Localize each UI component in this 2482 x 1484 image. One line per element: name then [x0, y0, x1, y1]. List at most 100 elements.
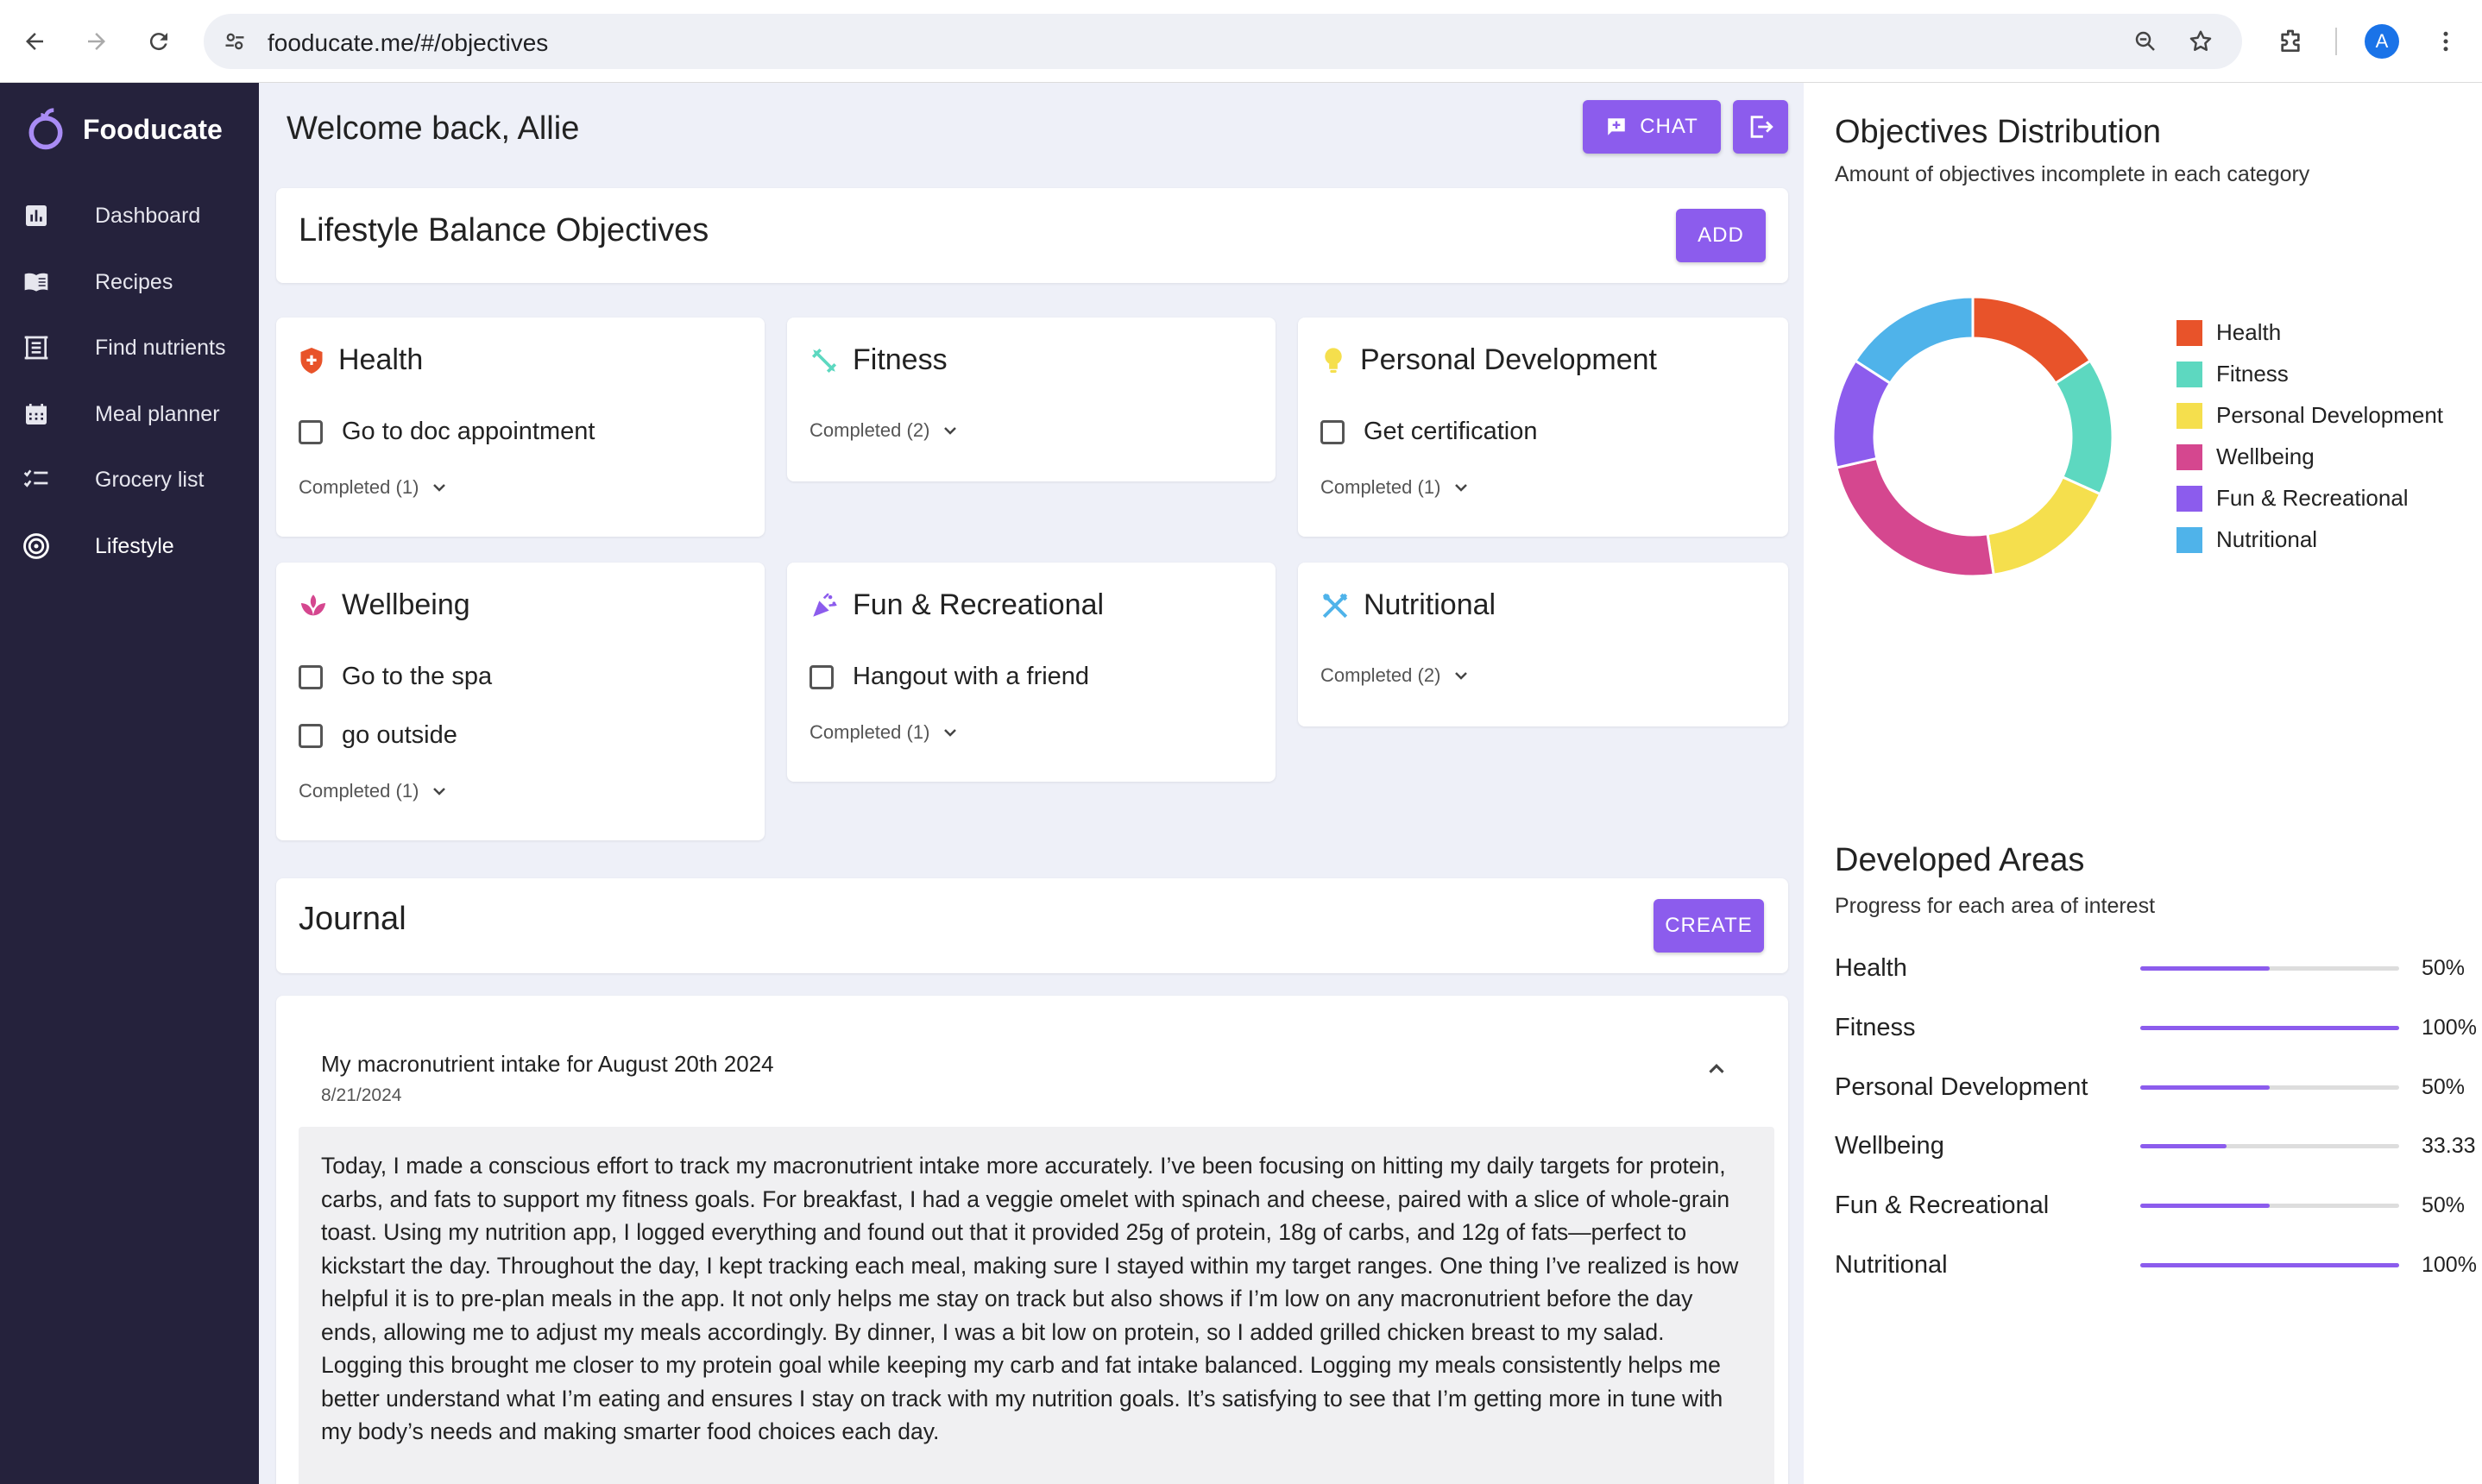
profile-avatar[interactable]: A [2365, 24, 2399, 59]
donut-slice-personal-development[interactable] [1986, 475, 2102, 576]
task-item[interactable]: go outside [299, 721, 457, 750]
task-item[interactable]: Go to the spa [299, 663, 492, 691]
progress-fill [2140, 1144, 2227, 1149]
progress-value: 50% [2422, 1193, 2466, 1218]
sidebar-item-meal-planner[interactable]: Meal planner [0, 388, 259, 440]
sidebar-item-dashboard[interactable]: Dashboard [0, 190, 259, 242]
task-checkbox[interactable] [299, 419, 323, 444]
progress-row: Nutritional 100% [1835, 1248, 2477, 1282]
task-checkbox[interactable] [299, 664, 323, 689]
completed-toggle[interactable]: Completed (2) [809, 419, 961, 442]
donut-slice-health[interactable] [1971, 295, 2093, 386]
progress-row: Health 50% [1835, 951, 2473, 985]
legend-item[interactable]: Nutritional [2176, 526, 2317, 553]
distribution-donut-chart [1831, 295, 2114, 578]
more-menu-icon[interactable] [2427, 22, 2465, 60]
category-title: Fitness [853, 343, 948, 376]
category-card-fitness: Fitness Completed (2) [787, 318, 1276, 481]
create-journal-button[interactable]: CREATE [1654, 899, 1764, 953]
progress-row: Fitness 100% [1835, 1010, 2477, 1045]
task-label: Go to doc appointment [342, 418, 595, 445]
task-checkbox[interactable] [299, 723, 323, 748]
category-title: Nutritional [1364, 588, 1496, 621]
legend-item[interactable]: Wellbeing [2176, 443, 2315, 470]
create-button-label: CREATE [1665, 914, 1753, 937]
category-card-personal-development: Personal Development Get certification C… [1298, 318, 1788, 537]
donut-slice-wellbeing[interactable] [1835, 456, 1995, 578]
donut-slice-fitness[interactable] [2053, 359, 2114, 496]
legend-label: Health [2216, 319, 2282, 345]
progress-bar [2140, 1085, 2399, 1090]
category-card-health: Health Go to doc appointment Completed (… [276, 318, 765, 537]
address-bar[interactable]: fooducate.me/#/objectives [204, 14, 2242, 69]
category-title: Fun & Recreational [853, 588, 1105, 621]
toolbar-divider [2335, 28, 2337, 55]
legend-swatch [2176, 402, 2202, 429]
journal-entry-title[interactable]: My macronutrient intake for August 20th … [321, 1051, 774, 1078]
back-button[interactable] [14, 21, 55, 62]
chevron-down-icon [944, 729, 957, 737]
sidebar-item-grocery-list[interactable]: Grocery list [0, 454, 259, 506]
category-title: Personal Development [1360, 343, 1657, 376]
legend-item[interactable]: Fitness [2176, 361, 2289, 387]
utensils-icon [1322, 593, 1348, 618]
progress-bar [2140, 1025, 2399, 1030]
completed-toggle[interactable]: Completed (2) [1320, 664, 1471, 687]
progress-fill [2140, 1085, 2270, 1090]
logout-button[interactable] [1733, 100, 1788, 154]
chat-icon [1608, 118, 1625, 135]
book-icon [21, 267, 52, 298]
chevron-down-icon [944, 427, 957, 435]
url-text[interactable]: fooducate.me/#/objectives [268, 29, 548, 57]
legend-swatch [2176, 526, 2202, 553]
developed-subtitle: Progress for each area of interest [1835, 894, 2156, 918]
forward-button[interactable] [76, 21, 117, 62]
zoom-icon[interactable] [2130, 26, 2161, 57]
brand[interactable]: Fooducate [26, 107, 223, 152]
sidebar-item-lifestyle[interactable]: Lifestyle [0, 520, 259, 572]
collapse-entry-button[interactable] [1704, 1056, 1729, 1086]
completed-toggle[interactable]: Completed (1) [809, 721, 961, 744]
progress-value: 100% [2422, 1015, 2477, 1040]
category-title: Wellbeing [342, 588, 470, 621]
bar-chart-icon [21, 200, 52, 231]
task-label: Hangout with a friend [853, 663, 1090, 690]
task-label: go outside [342, 721, 457, 749]
legend-label: Fun & Recreational [2216, 485, 2409, 511]
completed-toggle[interactable]: Completed (1) [299, 780, 450, 802]
add-objective-button[interactable]: ADD [1676, 209, 1766, 262]
donut-slice-nutritional[interactable] [1853, 295, 1975, 386]
bookmark-star-icon[interactable] [2185, 26, 2216, 57]
legend-swatch [2176, 361, 2202, 387]
extensions-icon[interactable] [2271, 22, 2309, 60]
chat-button[interactable]: CHAT [1583, 100, 1721, 154]
sidebar-item-find-nutrients[interactable]: Find nutrients [0, 322, 259, 374]
lightbulb-icon [1325, 347, 1342, 373]
task-item[interactable]: Go to doc appointment [299, 418, 595, 446]
progress-value: 50% [2422, 1074, 2466, 1099]
category-card-wellbeing: Wellbeing Go to the spa go outside Compl… [276, 563, 765, 840]
sidebar: Fooducate Dashboard Recipes Find nutrien… [0, 83, 259, 1484]
site-settings-icon[interactable] [219, 26, 250, 57]
progress-label: Fun & Recreational [1835, 1192, 2050, 1220]
legend-item[interactable]: Fun & Recreational [2176, 485, 2409, 512]
task-checkbox[interactable] [809, 664, 834, 689]
progress-row: Fun & Recreational 50% [1835, 1188, 2473, 1223]
task-item[interactable]: Hangout with a friend [809, 663, 1089, 691]
sidebar-item-recipes[interactable]: Recipes [0, 256, 259, 308]
completed-label: Completed (1) [809, 721, 930, 743]
legend-item[interactable]: Personal Development [2176, 402, 2443, 429]
completed-toggle[interactable]: Completed (1) [1320, 476, 1471, 499]
sidebar-item-label: Lifestyle [95, 533, 174, 558]
completed-toggle[interactable]: Completed (1) [299, 476, 450, 499]
progress-label: Fitness [1835, 1013, 1916, 1041]
task-checkbox[interactable] [1320, 419, 1345, 444]
fooducate-logo-icon [28, 108, 63, 150]
chevron-down-icon [433, 788, 446, 795]
objectives-header-card: Lifestyle Balance Objectives ADD [276, 188, 1788, 283]
category-card-nutritional: Nutritional Completed (2) [1298, 563, 1788, 726]
reload-button[interactable] [138, 21, 180, 62]
legend-item[interactable]: Health [2176, 319, 2281, 346]
task-item[interactable]: Get certification [1320, 418, 1537, 446]
progress-value: 33.33 [2422, 1134, 2476, 1159]
